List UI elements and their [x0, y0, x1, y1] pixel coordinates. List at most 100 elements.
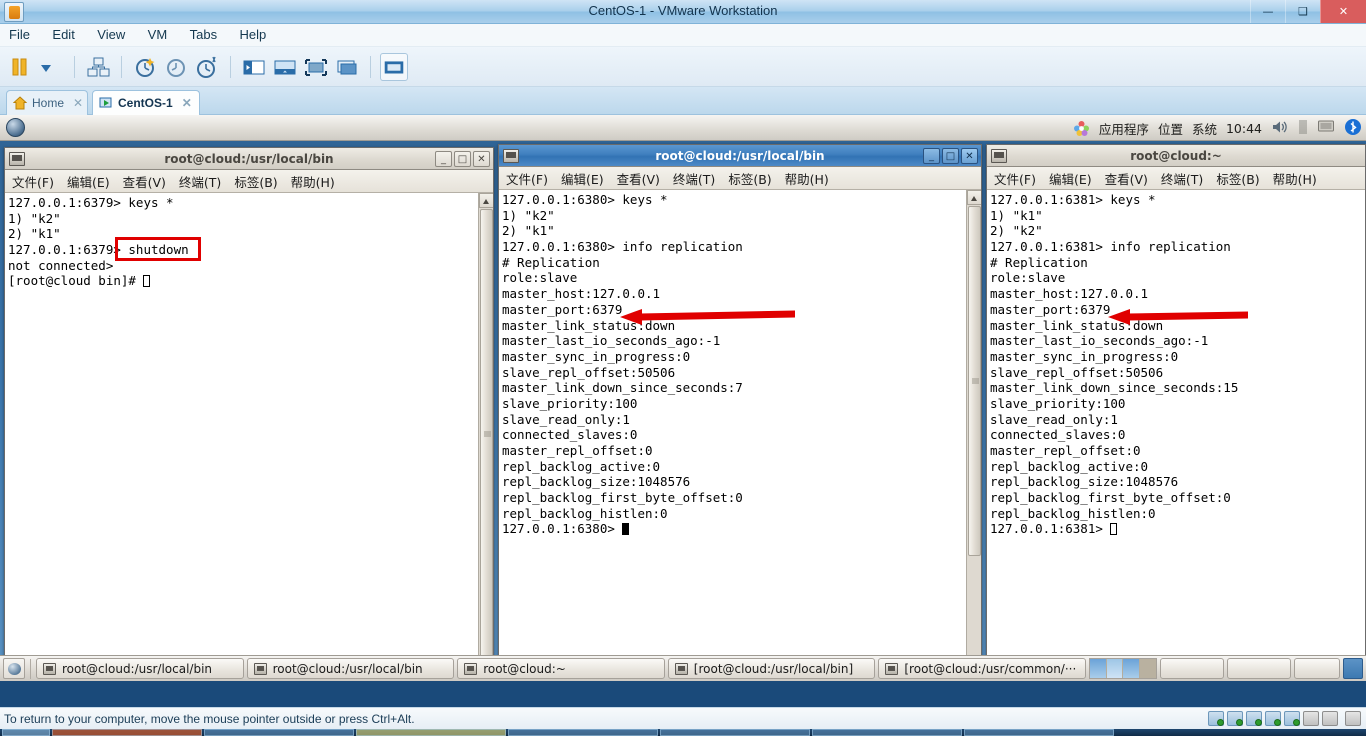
menu-tabs[interactable]: Tabs [181, 24, 226, 45]
cd-dvd-icon[interactable] [1227, 711, 1243, 726]
gnome-clock[interactable]: 10:44 [1226, 121, 1262, 136]
terminal-2-output[interactable]: 127.0.0.1:6380> keys * 1) "k2" 2) "k1" 127.… [499, 190, 966, 676]
terminal-2-titlebar[interactable]: root@cloud:/usr/local/bin _ □ ✕ [499, 145, 981, 167]
scrollbar-thumb[interactable] [968, 206, 981, 556]
network-adapter-icon[interactable] [1246, 711, 1262, 726]
sound-card-icon[interactable] [1284, 711, 1300, 726]
fullscreen-icon[interactable] [302, 53, 330, 81]
tab-home[interactable]: Home ✕ [6, 90, 88, 115]
workspace-4[interactable] [1140, 659, 1156, 678]
terminal-2-scrollbar[interactable] [966, 190, 981, 676]
terminal-1-menu-view[interactable]: 查看(V) [123, 172, 166, 191]
terminal-3-menu-file[interactable]: 文件(F) [994, 169, 1036, 188]
menu-file[interactable]: File [0, 24, 39, 45]
terminal-2-menu-file[interactable]: 文件(F) [506, 169, 548, 188]
terminal-1-maximize-button[interactable]: □ [454, 150, 471, 167]
terminal-3-titlebar[interactable]: root@cloud:~ [987, 145, 1365, 167]
terminal-1-menu-help[interactable]: 帮助(H) [291, 172, 335, 191]
menu-view[interactable]: View [88, 24, 134, 45]
taskbar-item-4[interactable]: [root@cloud:/usr/common/··· [878, 658, 1086, 679]
revert-snapshot-icon[interactable] [162, 53, 190, 81]
scroll-up-icon[interactable] [967, 190, 981, 205]
windows-taskbar-item-7[interactable] [964, 729, 1114, 736]
scrollbar-thumb[interactable] [480, 209, 493, 658]
windows-taskbar-item-3[interactable] [356, 729, 506, 736]
terminal-2-menu-view[interactable]: 查看(V) [617, 169, 660, 188]
terminal-3-menu-edit[interactable]: 编辑(E) [1049, 169, 1092, 188]
restore-button[interactable]: ❑ [1285, 0, 1320, 23]
terminal-window-2[interactable]: root@cloud:/usr/local/bin _ □ ✕ 文件(F) 编辑… [498, 144, 982, 677]
terminal-1-close-button[interactable]: ✕ [473, 150, 490, 167]
terminal-2-menu-tabs[interactable]: 标签(B) [728, 169, 771, 188]
trash-icon[interactable] [1342, 658, 1363, 679]
unity-mode-icon[interactable] [333, 53, 361, 81]
workspace-3[interactable] [1123, 659, 1140, 678]
gnome-menu-system[interactable]: 系统 [1192, 119, 1217, 138]
terminal-1-menu-tabs[interactable]: 标签(B) [234, 172, 277, 191]
taskbar-item-2[interactable]: root@cloud:~ [457, 658, 665, 679]
hard-disk-icon[interactable] [1208, 711, 1224, 726]
terminal-1-scrollbar[interactable] [478, 193, 493, 674]
terminal-1-menu-terminal[interactable]: 终端(T) [179, 172, 221, 191]
taskbar-item-0[interactable]: root@cloud:/usr/local/bin [36, 658, 244, 679]
volume-icon[interactable] [1271, 119, 1289, 138]
taskbar-item-3[interactable]: [root@cloud:/usr/local/bin] [667, 658, 876, 679]
terminal-1-titlebar[interactable]: root@cloud:/usr/local/bin _ □ ✕ [5, 148, 493, 170]
terminal-2-menu-help[interactable]: 帮助(H) [785, 169, 829, 188]
terminal-1-menu-file[interactable]: 文件(F) [12, 172, 54, 191]
applications-menu-icon[interactable] [1073, 120, 1090, 137]
windows-taskbar-item-1[interactable] [52, 729, 202, 736]
terminal-1-minimize-button[interactable]: _ [435, 150, 452, 167]
usb-icon[interactable] [1303, 711, 1319, 726]
gnome-foot-icon[interactable] [6, 118, 25, 137]
menu-edit[interactable]: Edit [43, 24, 83, 45]
tab-centos-1-close-icon[interactable]: ✕ [182, 96, 192, 110]
windows-start-button[interactable] [2, 729, 50, 736]
tab-centos-1[interactable]: CentOS-1 ✕ [92, 90, 200, 115]
workspace-switcher[interactable] [1088, 658, 1157, 679]
terminal-2-minimize-button[interactable]: _ [923, 147, 940, 164]
show-console-icon[interactable] [271, 53, 299, 81]
windows-taskbar-item-5[interactable] [660, 729, 810, 736]
terminal-window-1[interactable]: root@cloud:/usr/local/bin _ □ ✕ 文件(F) 编辑… [4, 147, 494, 675]
display-icon[interactable] [1322, 711, 1338, 726]
taskbar-item-1[interactable]: root@cloud:/usr/local/bin [246, 658, 455, 679]
scroll-up-icon[interactable] [479, 193, 493, 208]
terminal-3-menu-view[interactable]: 查看(V) [1105, 169, 1148, 188]
workspace-2[interactable] [1106, 659, 1123, 678]
dropdown-arrow-icon[interactable] [37, 53, 65, 81]
windows-taskbar-item-4[interactable] [508, 729, 658, 736]
power-pause-icon[interactable] [6, 53, 34, 81]
terminal-3-menu-help[interactable]: 帮助(H) [1273, 169, 1317, 188]
tab-home-close-icon[interactable]: ✕ [73, 96, 83, 110]
bluetooth-icon[interactable] [1344, 118, 1362, 139]
minimize-button[interactable]: — [1250, 0, 1285, 23]
terminal-1-output[interactable]: 127.0.0.1:6379> keys * 1) "k2" 2) "k1" 127.… [5, 193, 478, 674]
settings-icon[interactable] [1345, 711, 1361, 726]
sound-meter-icon[interactable] [1298, 118, 1308, 139]
show-thumbnail-bar-icon[interactable] [380, 53, 408, 81]
workspace-1[interactable] [1089, 659, 1106, 678]
terminal-window-3[interactable]: root@cloud:~ 文件(F) 编辑(E) 查看(V) 终端(T) 标签(… [986, 144, 1366, 677]
terminal-3-menu-terminal[interactable]: 终端(T) [1161, 169, 1203, 188]
show-desktop-icon[interactable] [3, 658, 25, 679]
manage-snapshots-icon[interactable] [193, 53, 221, 81]
terminal-3-menu-tabs[interactable]: 标签(B) [1216, 169, 1259, 188]
printer-icon[interactable] [1265, 711, 1281, 726]
snapshot-manager-icon[interactable] [84, 53, 112, 81]
terminal-2-menu-terminal[interactable]: 终端(T) [673, 169, 715, 188]
terminal-3-output[interactable]: 127.0.0.1:6381> keys * 1) "k1" 2) "k2" 127.… [987, 190, 1365, 676]
menu-help[interactable]: Help [231, 24, 276, 45]
terminal-2-close-button[interactable]: ✕ [961, 147, 978, 164]
gnome-menu-places[interactable]: 位置 [1158, 119, 1183, 138]
terminal-2-menu-edit[interactable]: 编辑(E) [561, 169, 604, 188]
show-sidebar-icon[interactable] [240, 53, 268, 81]
take-snapshot-icon[interactable] [131, 53, 159, 81]
terminal-2-maximize-button[interactable]: □ [942, 147, 959, 164]
windows-taskbar-item-2[interactable] [204, 729, 354, 736]
gnome-menu-applications[interactable]: 应用程序 [1099, 119, 1149, 138]
display-icon[interactable] [1317, 119, 1335, 137]
menu-vm[interactable]: VM [139, 24, 177, 45]
close-button[interactable]: ✕ [1320, 0, 1366, 23]
windows-taskbar-item-6[interactable] [812, 729, 962, 736]
